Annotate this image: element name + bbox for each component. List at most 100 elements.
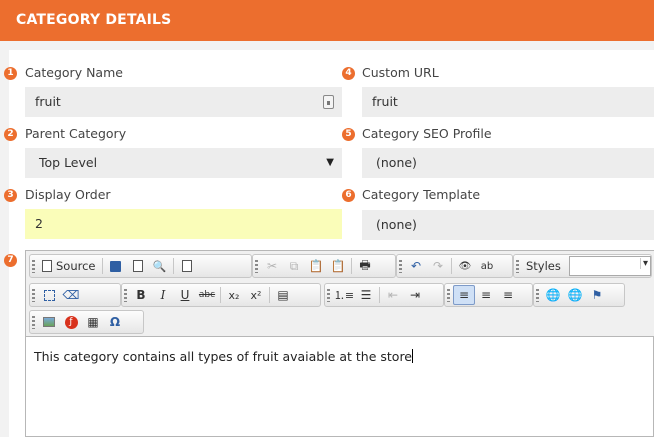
copy-button[interactable]: ⧉: [283, 256, 305, 276]
redo-icon: ↷: [432, 259, 444, 273]
numbered-list-icon: ⒈≡: [333, 289, 355, 302]
styles-label: Styles: [526, 259, 561, 273]
step-badge-7: 7: [4, 254, 17, 267]
autofill-icon[interactable]: [323, 95, 334, 109]
category-name-label: Category Name: [25, 65, 123, 80]
styles-dropdown[interactable]: [568, 256, 651, 276]
flag-icon: ⚑: [591, 288, 603, 302]
toolbar-separator: [101, 258, 103, 274]
find-icon: 👁: [458, 260, 472, 272]
table-button[interactable]: ▦: [82, 312, 104, 332]
cut-button[interactable]: ✂: [261, 256, 283, 276]
toolbar-separator: [351, 258, 352, 274]
horizontal-rule-icon: ▤: [277, 288, 289, 302]
step-badge-6: 6: [342, 189, 355, 202]
dropdown-arrow-icon: ▼: [326, 157, 334, 168]
seo-profile-value: (none): [376, 155, 417, 170]
superscript-icon: x²: [250, 288, 262, 302]
category-name-field[interactable]: fruit: [25, 87, 342, 117]
horizontal-rule-button[interactable]: ▤: [272, 285, 294, 305]
toolbar-group-editing: ↶ ↷ 👁 ab: [396, 254, 513, 278]
preview-icon: 🔍: [152, 259, 167, 273]
link-icon: 🌐: [545, 288, 561, 302]
toolbar-group-select: ⌫: [29, 283, 121, 307]
subscript-icon: x₂: [228, 288, 240, 302]
editor-content[interactable]: This category contains all types of frui…: [34, 349, 413, 364]
grip-icon[interactable]: [124, 289, 127, 302]
unlink-button[interactable]: 🌐: [564, 285, 586, 305]
save-button[interactable]: [105, 256, 127, 276]
paste-button[interactable]: 📋: [305, 256, 327, 276]
align-right-button[interactable]: ≡: [497, 285, 519, 305]
paste-icon: 📋: [308, 259, 324, 273]
image-button[interactable]: [38, 312, 60, 332]
grip-icon[interactable]: [32, 316, 35, 329]
toolbar-group-basic-styles: B I U abc x₂ x² ▤: [121, 283, 321, 307]
paste-text-button[interactable]: 📋: [327, 256, 349, 276]
grip-icon[interactable]: [447, 289, 450, 302]
grip-icon[interactable]: [32, 260, 35, 273]
strike-button[interactable]: abc: [196, 285, 218, 305]
toolbar-group-links: 🌐 🌐 ⚑: [533, 283, 625, 307]
custom-url-value: fruit: [372, 94, 398, 109]
grip-icon[interactable]: [255, 260, 258, 273]
undo-icon: ↶: [410, 259, 422, 273]
select-all-button[interactable]: [38, 285, 60, 305]
special-char-button[interactable]: Ω: [104, 312, 126, 332]
toolbar-separator: [379, 287, 380, 303]
eraser-icon: ⌫: [62, 288, 80, 302]
remove-format-button[interactable]: ⌫: [60, 285, 82, 305]
print-button[interactable]: 🖶: [354, 256, 376, 276]
custom-url-label: Custom URL: [362, 65, 439, 80]
preview-button[interactable]: 🔍: [149, 256, 171, 276]
undo-button[interactable]: ↶: [405, 256, 427, 276]
find-button[interactable]: 👁: [454, 256, 476, 276]
custom-url-field[interactable]: fruit: [362, 87, 654, 117]
redo-button[interactable]: ↷: [427, 256, 449, 276]
page-title: CATEGORY DETAILS: [16, 12, 172, 28]
parent-category-select[interactable]: Top Level ▼: [25, 148, 342, 178]
step-badge-1: 1: [4, 67, 17, 80]
source-button[interactable]: Source: [38, 256, 100, 276]
indent-button[interactable]: ⇥: [404, 285, 426, 305]
grip-icon[interactable]: [516, 260, 519, 273]
step-badge-4: 4: [342, 67, 355, 80]
parent-category-label: Parent Category: [25, 126, 127, 141]
numbered-list-button[interactable]: ⒈≡: [333, 285, 355, 305]
link-button[interactable]: 🌐: [542, 285, 564, 305]
image-icon: [43, 317, 55, 327]
templates-button[interactable]: [176, 256, 198, 276]
paste-text-icon: 📋: [330, 259, 346, 273]
select-all-icon: [43, 289, 55, 301]
grip-icon[interactable]: [536, 289, 539, 302]
display-order-field[interactable]: 2: [25, 209, 342, 239]
bulleted-list-button[interactable]: ☰: [355, 285, 377, 305]
align-left-button[interactable]: ≡: [453, 285, 475, 305]
bold-button[interactable]: B: [130, 285, 152, 305]
subscript-button[interactable]: x₂: [223, 285, 245, 305]
template-select[interactable]: (none): [362, 210, 654, 240]
toolbar-group-lists: ⒈≡ ☰ ⇤ ⇥: [324, 283, 444, 307]
grip-icon[interactable]: [399, 260, 402, 273]
superscript-button[interactable]: x²: [245, 285, 267, 305]
toolbar-group-styles: Styles: [513, 254, 652, 278]
toolbar-separator: [269, 287, 270, 303]
anchor-button[interactable]: ⚑: [586, 285, 608, 305]
spellcheck-button[interactable]: ab: [476, 256, 498, 276]
bold-icon: B: [136, 288, 146, 302]
rich-text-editor[interactable]: Source 🔍 ✂ ⧉ 📋 📋 🖶 ↶ ↷ 👁 ab Styles ▾ ⌫ B…: [25, 250, 654, 437]
flash-button[interactable]: ƒ: [60, 312, 82, 332]
seo-profile-select[interactable]: (none): [362, 148, 654, 178]
text-cursor: [412, 349, 413, 363]
step-badge-3: 3: [4, 189, 17, 202]
grip-icon[interactable]: [32, 289, 35, 302]
grip-icon[interactable]: [327, 289, 330, 302]
align-left-icon: ≡: [458, 288, 470, 302]
display-order-label: Display Order: [25, 187, 111, 202]
underline-button[interactable]: U: [174, 285, 196, 305]
align-center-button[interactable]: ≡: [475, 285, 497, 305]
italic-button[interactable]: I: [152, 285, 174, 305]
outdent-button[interactable]: ⇤: [382, 285, 404, 305]
editor-toolbar: Source 🔍 ✂ ⧉ 📋 📋 🖶 ↶ ↷ 👁 ab Styles ▾ ⌫ B…: [26, 251, 654, 337]
new-page-button[interactable]: [127, 256, 149, 276]
